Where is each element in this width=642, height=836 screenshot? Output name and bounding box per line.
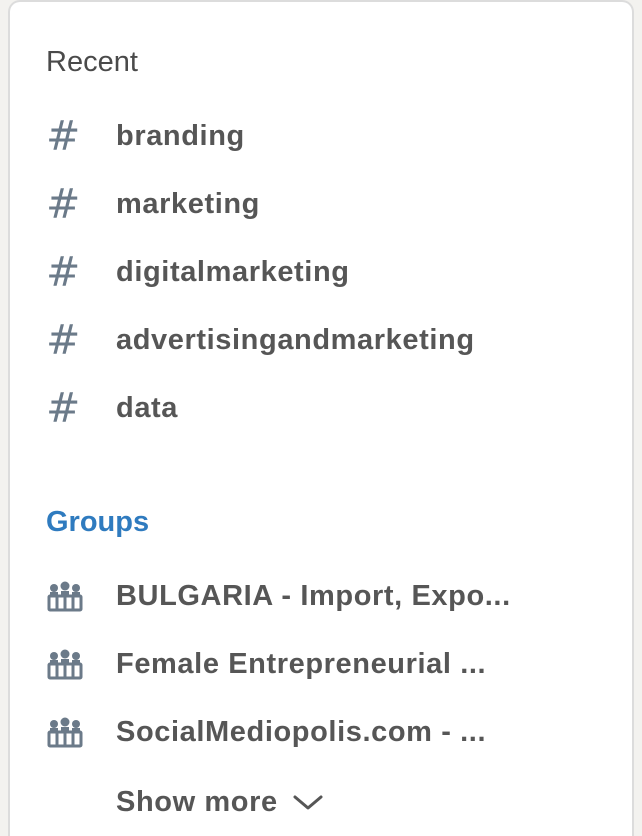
recent-item-marketing[interactable]: # marketing (10, 174, 632, 234)
group-item-label: Female Entrepreneurial ... (116, 648, 487, 680)
group-item-bulgaria[interactable]: BULGARIA - Import, Expo... (10, 566, 632, 626)
recent-item-label: marketing (116, 188, 260, 220)
recent-heading: Recent (46, 46, 138, 78)
hashtag-icon: # (46, 112, 81, 160)
recent-item-label: data (116, 392, 179, 424)
recent-item-branding[interactable]: # branding (10, 106, 632, 166)
show-more-button[interactable]: Show more (116, 782, 324, 822)
groups-heading[interactable]: Groups (46, 504, 149, 540)
sidebar-panel: Recent # branding # marketing # digitalm… (8, 0, 634, 836)
recent-item-advertisingandmarketing[interactable]: # advertisingandmarketing (10, 310, 632, 370)
show-more-label: Show more (116, 786, 278, 818)
hashtag-icon: # (46, 316, 81, 364)
chevron-down-icon (292, 792, 324, 812)
group-item-label: BULGARIA - Import, Expo... (116, 580, 511, 612)
group-item-female-entrepreneurial[interactable]: Female Entrepreneurial ... (10, 634, 632, 694)
group-icon (46, 709, 86, 755)
group-item-socialmediopolis[interactable]: SocialMediopolis.com - ... (10, 702, 632, 762)
recent-item-label: advertisingandmarketing (116, 324, 475, 356)
recent-item-label: branding (116, 120, 245, 152)
group-icon (46, 573, 86, 619)
recent-item-data[interactable]: # data (10, 378, 632, 438)
recent-item-digitalmarketing[interactable]: # digitalmarketing (10, 242, 632, 302)
group-icon (46, 641, 86, 687)
hashtag-icon: # (46, 180, 81, 228)
hashtag-icon: # (46, 384, 81, 432)
hashtag-icon: # (46, 248, 81, 296)
recent-item-label: digitalmarketing (116, 256, 350, 288)
group-item-label: SocialMediopolis.com - ... (116, 716, 487, 748)
